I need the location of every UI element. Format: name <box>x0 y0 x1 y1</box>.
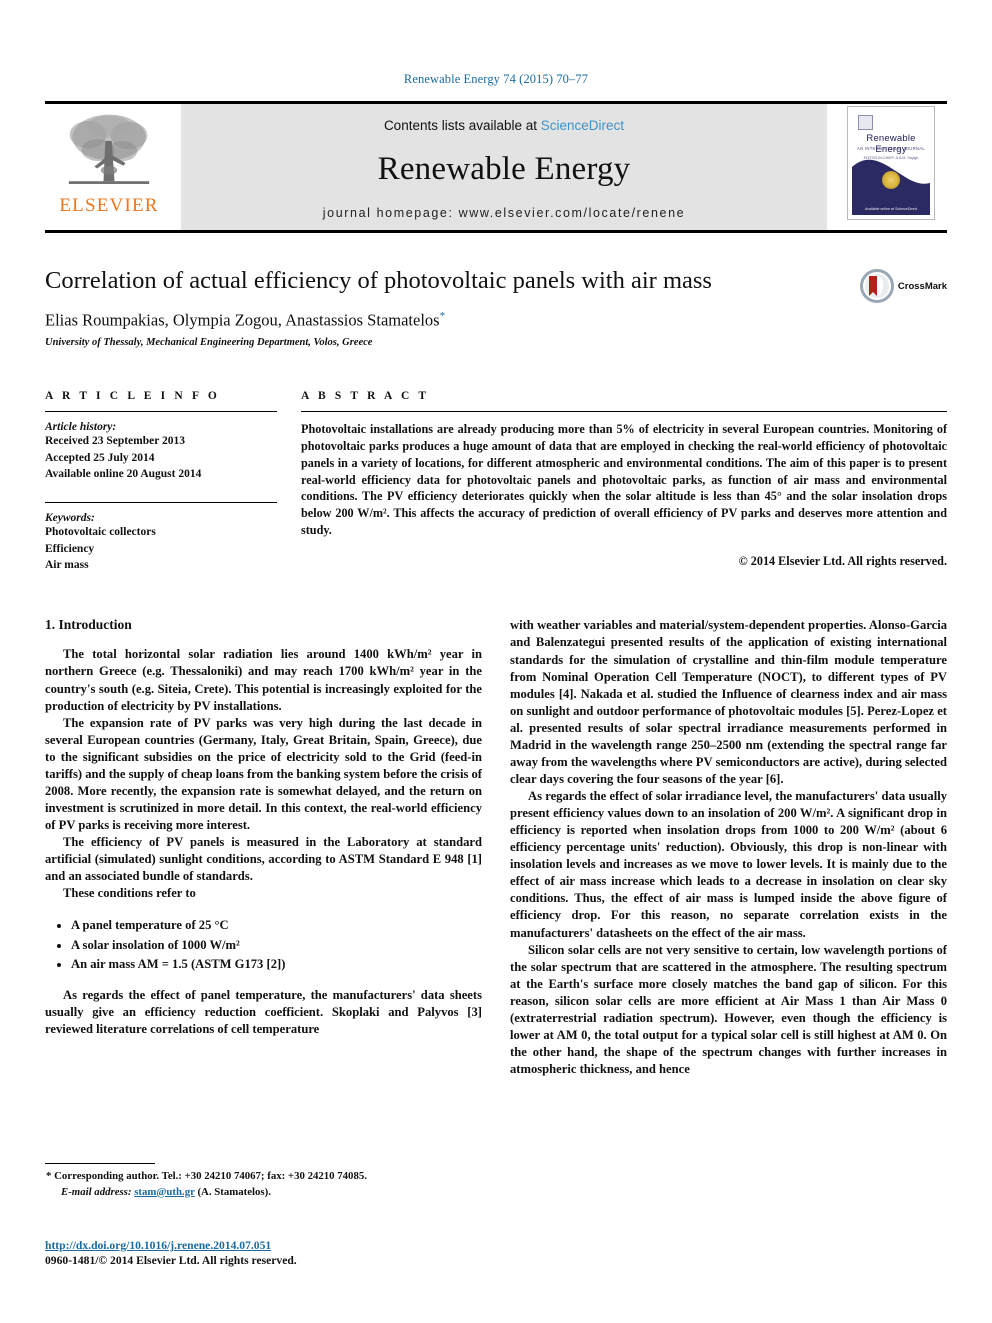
abstract-text: Photovoltaic installations are already p… <box>301 422 947 537</box>
masthead-bottom-rule <box>45 230 947 233</box>
list-item: A solar insolation of 1000 W/m² <box>71 936 482 954</box>
paragraph: with weather variables and material/syst… <box>510 618 947 786</box>
journal-cover-thumbnail: Renewable Energy AN INTERNATIONAL JOURNA… <box>835 104 947 230</box>
email-note: E-mail address: stam@uth.gr (A. Stamatel… <box>45 1185 475 1201</box>
paragraph: These conditions refer to <box>63 886 196 901</box>
issn-copyright-line: 0960-1481/© 2014 Elsevier Ltd. All right… <box>45 1254 297 1267</box>
crossmark-label: CrossMark <box>897 280 947 292</box>
paragraph: As regards the effect of panel temperatu… <box>45 988 482 1037</box>
contents-available-line: Contents lists available at ScienceDirec… <box>384 118 624 133</box>
elsevier-tree-icon <box>68 114 150 184</box>
keyword-item: Efficiency <box>45 542 95 555</box>
article-info-column: A R T I C L E I N F O Article history: R… <box>45 390 277 573</box>
email-owner: (A. Stamatelos). <box>197 1185 271 1198</box>
article-history-label: Article history: <box>45 421 117 434</box>
title-block: Correlation of actual efficiency of phot… <box>45 267 947 348</box>
paragraph: The efficiency of PV panels is measured … <box>45 834 482 885</box>
paragraph: As regards the effect of solar irradianc… <box>510 789 947 940</box>
paper-page: Renewable Energy 74 (2015) 70–77 ELSEVIE… <box>0 0 992 1323</box>
conditions-list: A panel temperature of 25 °C A solar ins… <box>45 916 482 973</box>
abstract-heading: A B S T R A C T <box>301 390 430 403</box>
email-label: E-mail address: <box>61 1185 132 1198</box>
journal-homepage[interactable]: journal homepage: www.elsevier.com/locat… <box>323 206 685 220</box>
crossmark-icon <box>859 269 894 303</box>
footnote-marker: * <box>46 1170 52 1182</box>
article-info-heading: A R T I C L E I N F O <box>45 390 220 403</box>
paragraph: The expansion rate of PV parks was very … <box>45 715 482 832</box>
paragraph: Silicon solar cells are not very sensiti… <box>510 942 947 1076</box>
keywords-rule <box>45 502 277 504</box>
abstract-column: A B S T R A C T Photovoltaic installatio… <box>301 390 947 573</box>
section-heading-introduction: 1. Introduction <box>45 617 132 633</box>
sciencedirect-link[interactable]: ScienceDirect <box>541 118 624 133</box>
list-item: An air mass AM = 1.5 (ASTM G173 [2]) <box>71 955 482 973</box>
corresponding-author-note: * Corresponding author. Tel.: +30 24210 … <box>45 1169 475 1185</box>
paragraph-text: The efficiency of PV panels is measured … <box>45 835 482 884</box>
cover-frame: Renewable Energy AN INTERNATIONAL JOURNA… <box>847 106 935 220</box>
footnote-block: * Corresponding author. Tel.: +30 24210 … <box>45 1163 475 1200</box>
cover-emblem-icon <box>882 171 900 189</box>
affiliation: University of Thessaly, Mechanical Engin… <box>45 337 373 349</box>
cover-subtitle-secondary: EDITOR-IN-CHIEF: A.A.M. Sayigh <box>863 156 919 160</box>
journal-masthead: ELSEVIER Contents lists available at Sci… <box>45 101 947 230</box>
cover-title: Renewable Energy <box>866 133 916 155</box>
author-list: Elias Roumpakias, Olympia Zogou, Anastas… <box>45 310 947 331</box>
article-history-item: Accepted 25 July 2014 <box>45 451 155 464</box>
abstract-copyright: © 2014 Elsevier Ltd. All rights reserved… <box>738 554 947 569</box>
cover-publisher-mark <box>858 115 873 130</box>
publisher-logo: ELSEVIER <box>45 104 173 230</box>
doi-link[interactable]: http://dx.doi.org/10.1016/j.renene.2014.… <box>45 1239 297 1252</box>
article-history-item: Available online 20 August 2014 <box>45 468 202 481</box>
journal-title: Renewable Energy <box>377 151 631 187</box>
page-title: Correlation of actual efficiency of phot… <box>45 267 712 294</box>
footnote-rule <box>45 1163 155 1164</box>
keyword-item: Air mass <box>45 559 89 572</box>
masthead-center: Contents lists available at ScienceDirec… <box>181 104 827 230</box>
email-link[interactable]: stam@uth.gr <box>134 1186 195 1198</box>
corresponding-author-marker: * <box>439 309 446 322</box>
info-abstract-region: A R T I C L E I N F O Article history: R… <box>45 390 947 573</box>
paragraph: The total horizontal solar radiation lie… <box>45 647 482 713</box>
list-item: A panel temperature of 25 °C <box>71 916 482 934</box>
cover-inner: Renewable Energy AN INTERNATIONAL JOURNA… <box>852 111 930 215</box>
body-column-left: 1. Introduction The total horizontal sol… <box>45 617 482 1078</box>
running-head: Renewable Energy 74 (2015) 70–77 <box>403 72 589 86</box>
keywords-label: Keywords: <box>45 512 95 525</box>
abstract-rule <box>301 411 947 413</box>
article-info-rule <box>45 411 277 413</box>
keywords-block: Keywords: Photovoltaic collectors Effici… <box>45 502 277 573</box>
keyword-item: Photovoltaic collectors <box>45 526 156 539</box>
body-columns: 1. Introduction The total horizontal sol… <box>45 617 947 1078</box>
article-history-item: Received 23 September 2013 <box>45 435 185 448</box>
cover-subtitle: AN INTERNATIONAL JOURNAL <box>857 146 925 151</box>
author-names: Elias Roumpakias, Olympia Zogou, Anastas… <box>45 310 440 330</box>
doi-block: http://dx.doi.org/10.1016/j.renene.2014.… <box>45 1239 297 1267</box>
cover-footer-text: Available online at ScienceDirect <box>864 207 918 211</box>
crossmark-badge[interactable]: CrossMark <box>859 269 947 303</box>
corresponding-author-text: Corresponding author. Tel.: +30 24210 74… <box>54 1170 367 1182</box>
body-column-right: with weather variables and material/syst… <box>510 617 947 1078</box>
elsevier-wordmark: ELSEVIER <box>59 195 159 216</box>
contents-prefix: Contents lists available at <box>383 118 541 133</box>
